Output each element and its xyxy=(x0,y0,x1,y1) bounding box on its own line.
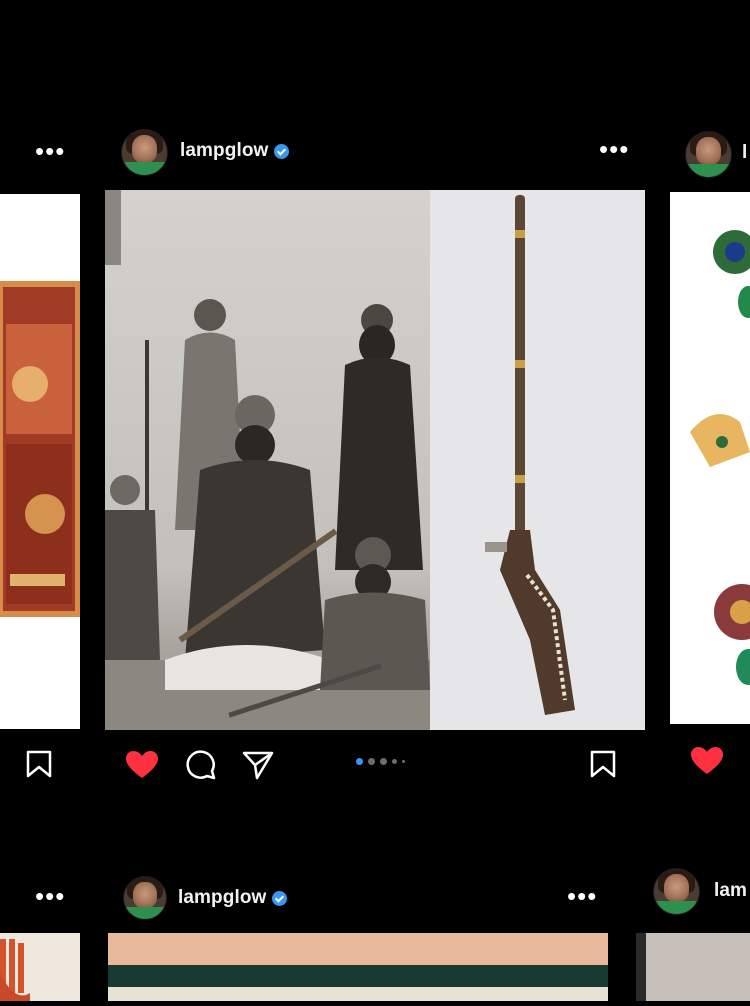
share-icon[interactable] xyxy=(242,750,274,780)
heart-icon[interactable] xyxy=(690,746,724,776)
carousel-dot xyxy=(380,758,387,765)
image-band xyxy=(108,965,608,987)
avatar[interactable] xyxy=(121,129,168,176)
heart-icon[interactable] xyxy=(125,750,159,780)
jewelry-image xyxy=(690,230,750,685)
avatar[interactable] xyxy=(685,131,732,178)
carousel-dot xyxy=(402,760,405,763)
post-image[interactable] xyxy=(670,192,750,724)
username[interactable]: lampglow xyxy=(180,140,268,162)
post-right-bottom: lam xyxy=(636,865,750,1001)
image-band xyxy=(108,987,608,1001)
comment-icon[interactable] xyxy=(185,749,217,781)
verified-badge-icon xyxy=(274,143,290,159)
carousel-dot-active xyxy=(356,758,363,765)
post-center-bottom: lampglow ••• xyxy=(108,865,608,1001)
carousel-dot xyxy=(392,759,397,764)
carousel-dot xyxy=(368,758,375,765)
more-options-icon[interactable]: ••• xyxy=(567,883,597,909)
avatar[interactable] xyxy=(123,876,167,920)
post-header-name: lampglow xyxy=(178,887,288,909)
more-options-icon[interactable]: ••• xyxy=(599,136,629,162)
avatar[interactable] xyxy=(653,868,700,915)
username-partial[interactable]: lam xyxy=(714,880,747,902)
post-right-top: l xyxy=(668,120,750,780)
more-options-icon[interactable]: ••• xyxy=(35,138,65,164)
post-left-bottom: ••• xyxy=(0,865,82,1001)
more-options-icon[interactable]: ••• xyxy=(35,883,65,909)
hand-painting-image xyxy=(0,939,30,1001)
bookmark-icon[interactable] xyxy=(26,750,52,778)
post-center-top: lampglow ••• xyxy=(105,120,645,780)
post-left-top: ••• xyxy=(0,120,82,778)
verified-badge-icon xyxy=(272,890,288,906)
post-image[interactable] xyxy=(108,933,608,1001)
post-image[interactable] xyxy=(0,933,80,1001)
post-image[interactable] xyxy=(636,933,750,1001)
username-partial[interactable]: l xyxy=(742,142,747,164)
username[interactable]: lampglow xyxy=(178,887,266,909)
post-image[interactable] xyxy=(0,194,81,729)
group-portrait-image xyxy=(105,190,645,730)
bookmark-icon[interactable] xyxy=(590,750,616,778)
post-header-name: lampglow xyxy=(180,140,290,162)
image-frame xyxy=(636,933,646,1001)
textile-panel-image xyxy=(0,281,81,617)
post-image-carousel[interactable] xyxy=(105,190,645,730)
carousel-indicator xyxy=(356,758,405,765)
